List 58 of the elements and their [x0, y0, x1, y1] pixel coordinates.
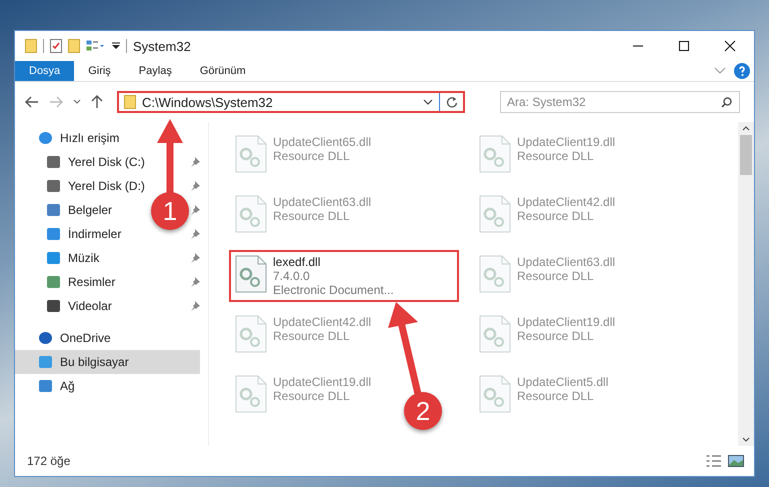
pin-icon[interactable]: [190, 181, 200, 191]
gear-file-icon: [235, 315, 267, 353]
sidebar-item[interactable]: Bu bilgisayar: [15, 350, 200, 374]
dropdown-caret-icon[interactable]: [423, 99, 433, 105]
sidebar-item[interactable]: Ağ: [15, 374, 200, 398]
scrollbar-thumb[interactable]: [740, 135, 752, 175]
search-icon: [721, 97, 732, 108]
up-arrow-icon[interactable]: [91, 95, 103, 109]
gear-file-icon: [235, 195, 267, 233]
window-title: System32: [133, 38, 191, 54]
pin-icon[interactable]: [190, 205, 200, 215]
gear-file-icon: [479, 135, 511, 173]
scroll-up-icon[interactable]: [742, 126, 750, 131]
close-icon[interactable]: [724, 40, 736, 52]
gear-file-icon: [479, 375, 511, 413]
pin-icon[interactable]: [190, 277, 200, 287]
help-icon[interactable]: [734, 63, 750, 79]
scrollbar-track[interactable]: [738, 122, 754, 446]
back-arrow-icon[interactable]: [25, 96, 39, 108]
search-field[interactable]: Ara: System32: [500, 91, 740, 113]
gear-file-icon: [235, 255, 267, 293]
sidebar-item[interactable]: Videolar: [15, 294, 114, 318]
scroll-down-icon[interactable]: [742, 437, 750, 442]
refresh-icon[interactable]: [446, 96, 458, 108]
customize-dropdown-icon[interactable]: [112, 41, 120, 51]
gear-file-icon: [235, 375, 267, 413]
gear-file-icon: [479, 195, 511, 233]
gear-file-icon: [235, 135, 267, 173]
ribbon-tab[interactable]: Paylaş: [124, 61, 186, 81]
gear-file-icon: [479, 255, 511, 293]
file-item[interactable]: lexedf.dll 7.4.0.0 Electronic Document...: [229, 250, 459, 302]
expand-ribbon-icon[interactable]: [714, 67, 726, 75]
properties-icon[interactable]: [50, 39, 62, 53]
address-bar[interactable]: C:\Windows\System32: [117, 91, 465, 113]
sidebar-item[interactable]: Yerel Disk (C:): [15, 150, 147, 174]
maximize-icon[interactable]: [678, 40, 690, 52]
sidebar-item[interactable]: Müzik: [15, 246, 102, 270]
ribbon-tab[interactable]: Dosya: [15, 61, 74, 81]
ribbon-tab[interactable]: Görünüm: [186, 61, 260, 81]
item-count: 172 öğe: [27, 454, 70, 468]
pin-icon[interactable]: [190, 253, 200, 263]
pin-icon[interactable]: [190, 229, 200, 239]
ribbon-tab[interactable]: Giriş: [74, 61, 125, 81]
gear-file-icon: [479, 315, 511, 353]
pin-icon[interactable]: [190, 157, 200, 167]
large-icons-view-icon[interactable]: [728, 455, 744, 467]
sidebar-item[interactable]: OneDrive: [15, 326, 200, 350]
sidebar-item[interactable]: Belgeler: [15, 198, 114, 222]
folder-icon: [25, 39, 37, 53]
view-options-icon[interactable]: [86, 40, 106, 52]
pin-icon[interactable]: [190, 301, 200, 311]
sidebar-item[interactable]: İndirmeler: [15, 222, 124, 246]
sidebar-item[interactable]: Yerel Disk (D:): [15, 174, 147, 198]
folder-icon: [124, 95, 136, 109]
details-view-icon[interactable]: [706, 455, 722, 467]
sidebar-item[interactable]: Hızlı erişim: [15, 126, 200, 150]
sidebar-item[interactable]: Resimler: [15, 270, 118, 294]
recent-caret-icon[interactable]: [73, 99, 81, 105]
